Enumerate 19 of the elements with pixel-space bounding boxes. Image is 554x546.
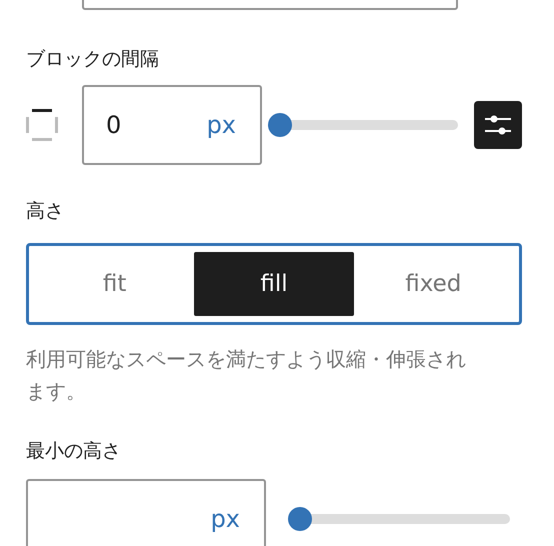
help-text: 利用可能なスペースを満たすよう収縮・伸張されます。 xyxy=(26,346,467,405)
slider-thumb[interactable] xyxy=(288,507,312,531)
slider-thumb[interactable] xyxy=(268,113,292,137)
input-field[interactable]: px xyxy=(26,479,266,546)
unit-label: px xyxy=(210,505,240,533)
section-label: 高さ xyxy=(26,199,65,224)
field-value: 0 xyxy=(106,111,122,139)
segment-option[interactable]: fixed xyxy=(354,252,513,316)
sliders-icon xyxy=(483,113,513,137)
slider[interactable] xyxy=(268,113,458,137)
unit-label: px xyxy=(206,111,236,139)
section-label: ブロックの間隔 xyxy=(26,47,160,72)
section-label: 最小の高さ xyxy=(26,439,122,464)
custom-settings-button[interactable] xyxy=(474,101,522,149)
slider[interactable] xyxy=(288,507,510,531)
input-field[interactable]: 0 px xyxy=(82,85,262,165)
segment-option[interactable]: fit xyxy=(35,252,194,316)
segment-option[interactable]: fill xyxy=(194,252,354,316)
spacing-icon xyxy=(26,109,58,141)
